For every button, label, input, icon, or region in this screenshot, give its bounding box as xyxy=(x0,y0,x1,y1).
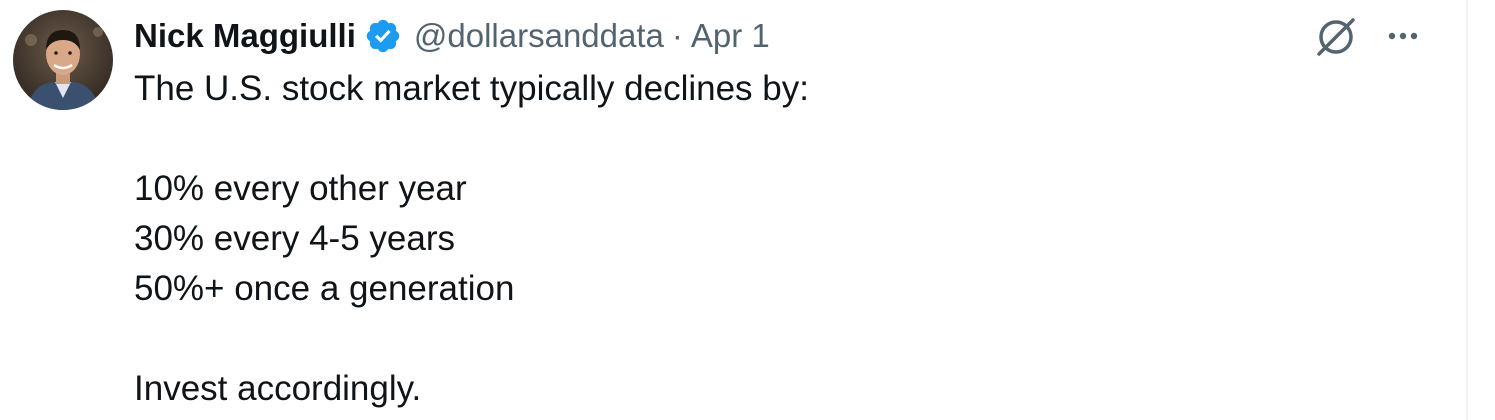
tweet-text-blank-line xyxy=(134,314,1424,364)
tweet-text-line: 50%+ once a generation xyxy=(134,269,515,308)
verified-badge-icon[interactable] xyxy=(364,17,402,55)
header-separator: · xyxy=(671,17,683,54)
tweet-text-line: The U.S. stock market typically declines… xyxy=(134,69,809,108)
tweet-text-line: Invest accordingly. xyxy=(134,369,422,408)
grok-icon[interactable] xyxy=(1313,14,1359,60)
tweet-header: Nick Maggiulli @dollarsanddata · Apr 1 xyxy=(134,12,770,60)
tweet-text-line: 30% every 4-5 years xyxy=(134,219,455,258)
tweet-timestamp[interactable]: Apr 1 xyxy=(691,17,770,55)
avatar-photo-icon xyxy=(13,10,113,110)
author-avatar[interactable] xyxy=(13,10,113,110)
more-options-icon[interactable] xyxy=(1383,18,1423,54)
author-display-name[interactable]: Nick Maggiulli xyxy=(134,17,356,55)
timeline-divider xyxy=(1466,0,1468,420)
tweet-text-blank-line xyxy=(134,114,1424,164)
author-handle[interactable]: @dollarsanddata xyxy=(414,17,664,55)
tweet-body: The U.S. stock market typically declines… xyxy=(134,64,1424,414)
tweet-text-line: 10% every other year xyxy=(134,169,467,208)
tweet-card[interactable]: Nick Maggiulli @dollarsanddata · Apr 1 T… xyxy=(0,0,1466,420)
